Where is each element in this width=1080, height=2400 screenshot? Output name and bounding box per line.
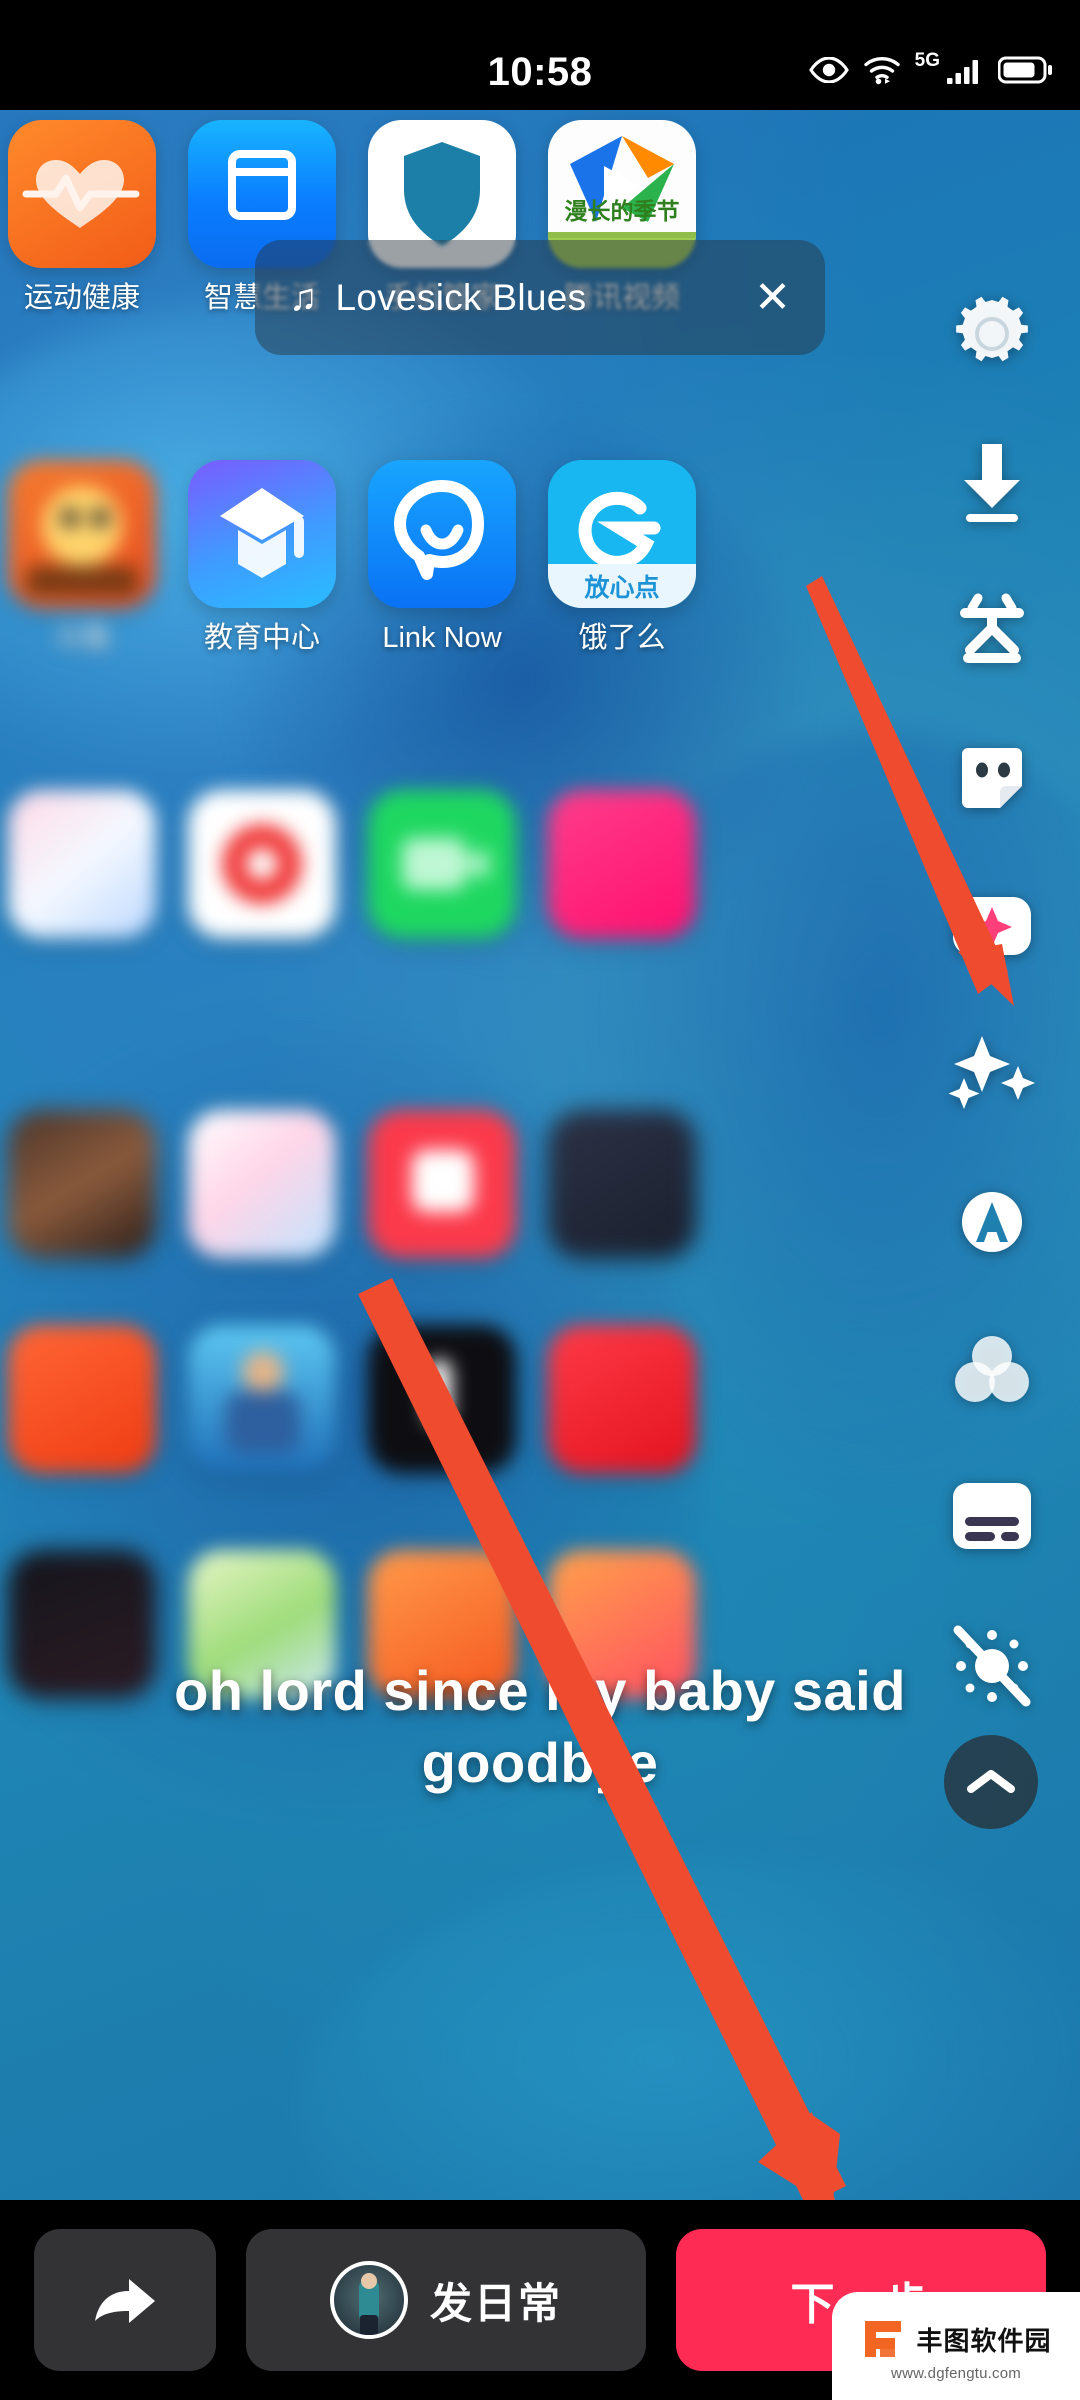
battery-icon <box>998 56 1052 84</box>
post-daily-button[interactable]: 发日常 <box>246 2229 646 2371</box>
now-playing-bar[interactable]: ♫ Lovesick Blues ✕ <box>255 240 825 355</box>
app-icon-row4-2[interactable] <box>162 1110 362 1303</box>
app-icon-link-now[interactable]: Link Now <box>342 460 542 653</box>
home-screen-app-grid: 运动健康 智慧生活 手机管家 漫长的季节 腾讯视频 斗鱼 教育中心 Link N… <box>0 110 1080 2200</box>
blurred-app-label <box>342 1489 542 1518</box>
app-label: 教育中心 <box>203 622 320 654</box>
blurred-app-label <box>522 1489 722 1518</box>
music-note-icon: ♫ <box>289 276 318 319</box>
blurred-app-icon <box>188 1110 336 1258</box>
text-icon[interactable] <box>932 556 1052 704</box>
app-icon-row4-1[interactable] <box>0 1110 182 1303</box>
blurred-app-label <box>0 1489 182 1518</box>
phone-screen: 10:58 5G 运动健康 智慧生活 手机管家 漫长的季节 腾讯视频 斗鱼 教育… <box>0 0 1080 2400</box>
filter-icon[interactable] <box>932 1296 1052 1444</box>
blurred-app-icon <box>8 1110 156 1258</box>
app-icon-eleme[interactable]: 放心点 饿了么 <box>522 460 722 653</box>
app-icon-row3-1[interactable] <box>0 790 182 983</box>
share-arrow-icon <box>95 2279 155 2323</box>
app-icon-douyu[interactable]: 斗鱼 <box>0 460 182 653</box>
beauty-icon[interactable] <box>932 852 1052 1000</box>
eleme-app-icon: 放心点 <box>548 460 696 608</box>
blurred-app-icon <box>548 790 696 938</box>
blurred-app-icon <box>8 790 156 938</box>
blurred-app-icon <box>188 1325 336 1473</box>
avatar <box>329 2261 408 2339</box>
education-center-app-icon <box>188 460 336 608</box>
download-icon[interactable] <box>932 408 1052 556</box>
blurred-app-icon <box>368 1110 516 1258</box>
app-label: 运动健康 <box>23 282 140 314</box>
close-icon[interactable]: ✕ <box>736 275 791 320</box>
app-icon-row4-3[interactable] <box>342 1110 542 1303</box>
lyric-caption[interactable]: oh lord since my baby said goodbye <box>0 1655 1080 1798</box>
blurred-app-icon <box>188 790 336 938</box>
douyu-app-icon <box>8 460 156 608</box>
app-label: 饿了么 <box>578 622 666 654</box>
blurred-app-label <box>342 1274 542 1303</box>
blurred-app-icon <box>8 1325 156 1473</box>
chevron-up-icon <box>967 1770 1015 1793</box>
blurred-app-label <box>522 1274 722 1303</box>
blurred-app-label <box>522 954 722 983</box>
watermark-site-name: 丰图软件园 <box>916 2325 1052 2356</box>
app-icon-row4-4[interactable] <box>522 1110 722 1303</box>
effects-sparkle-icon[interactable] <box>932 1000 1052 1148</box>
blurred-app-label <box>162 1274 362 1303</box>
network-type-label: 5G <box>914 50 940 71</box>
settings-gear-icon[interactable] <box>932 260 1052 408</box>
status-bar-icons: 5G <box>808 50 1052 90</box>
app-icon-row3-4[interactable] <box>522 790 722 983</box>
wifi-icon <box>863 55 901 85</box>
video-preview[interactable]: 运动健康 智慧生活 手机管家 漫长的季节 腾讯视频 斗鱼 教育中心 Link N… <box>0 110 1080 2200</box>
auto-enhance-icon[interactable] <box>932 1148 1052 1296</box>
blurred-app-label <box>162 1489 362 1518</box>
app-icon-row5-2[interactable] <box>162 1325 362 1518</box>
blurred-app-icon <box>548 1325 696 1473</box>
app-label: 斗鱼 <box>52 622 111 654</box>
blurred-app-icon <box>368 1325 516 1473</box>
app-icon-education-center[interactable]: 教育中心 <box>162 460 362 653</box>
blurred-app-icon <box>548 1110 696 1258</box>
blurred-app-label <box>0 954 182 983</box>
blurred-app-label <box>342 954 542 983</box>
share-button[interactable] <box>34 2229 216 2371</box>
app-icon-row3-2[interactable] <box>162 790 362 983</box>
app-icon-row3-3[interactable] <box>342 790 542 983</box>
app-icon-row5-4[interactable] <box>522 1325 722 1518</box>
now-playing-title: Lovesick Blues <box>335 276 587 318</box>
watermark-logo-icon <box>860 2316 906 2362</box>
watermark: 丰图软件园 www.dgfengtu.com <box>832 2292 1080 2400</box>
blurred-app-icon <box>368 790 516 938</box>
link-now-app-icon <box>368 460 516 608</box>
status-bar: 10:58 5G <box>0 0 1080 110</box>
blurred-app-label <box>0 1274 182 1303</box>
signal-icon <box>946 55 984 85</box>
watermark-url: www.dgfengtu.com <box>891 2365 1021 2382</box>
app-label: Link Now <box>382 622 502 654</box>
sticker-icon[interactable] <box>932 704 1052 852</box>
blurred-app-label <box>162 954 362 983</box>
app-icon-row5-3[interactable] <box>342 1325 542 1518</box>
eye-comfort-icon <box>808 57 849 83</box>
collapse-toolbar-button[interactable] <box>944 1735 1038 1829</box>
editor-tool-rail <box>932 260 1052 1740</box>
flash-off-icon[interactable] <box>932 1592 1052 1740</box>
app-icon-row5-1[interactable] <box>0 1325 182 1518</box>
app-icon-health[interactable]: 运动健康 <box>0 120 182 313</box>
health-app-icon <box>8 120 156 268</box>
post-daily-label: 发日常 <box>429 2279 562 2327</box>
captions-icon[interactable] <box>932 1444 1052 1592</box>
